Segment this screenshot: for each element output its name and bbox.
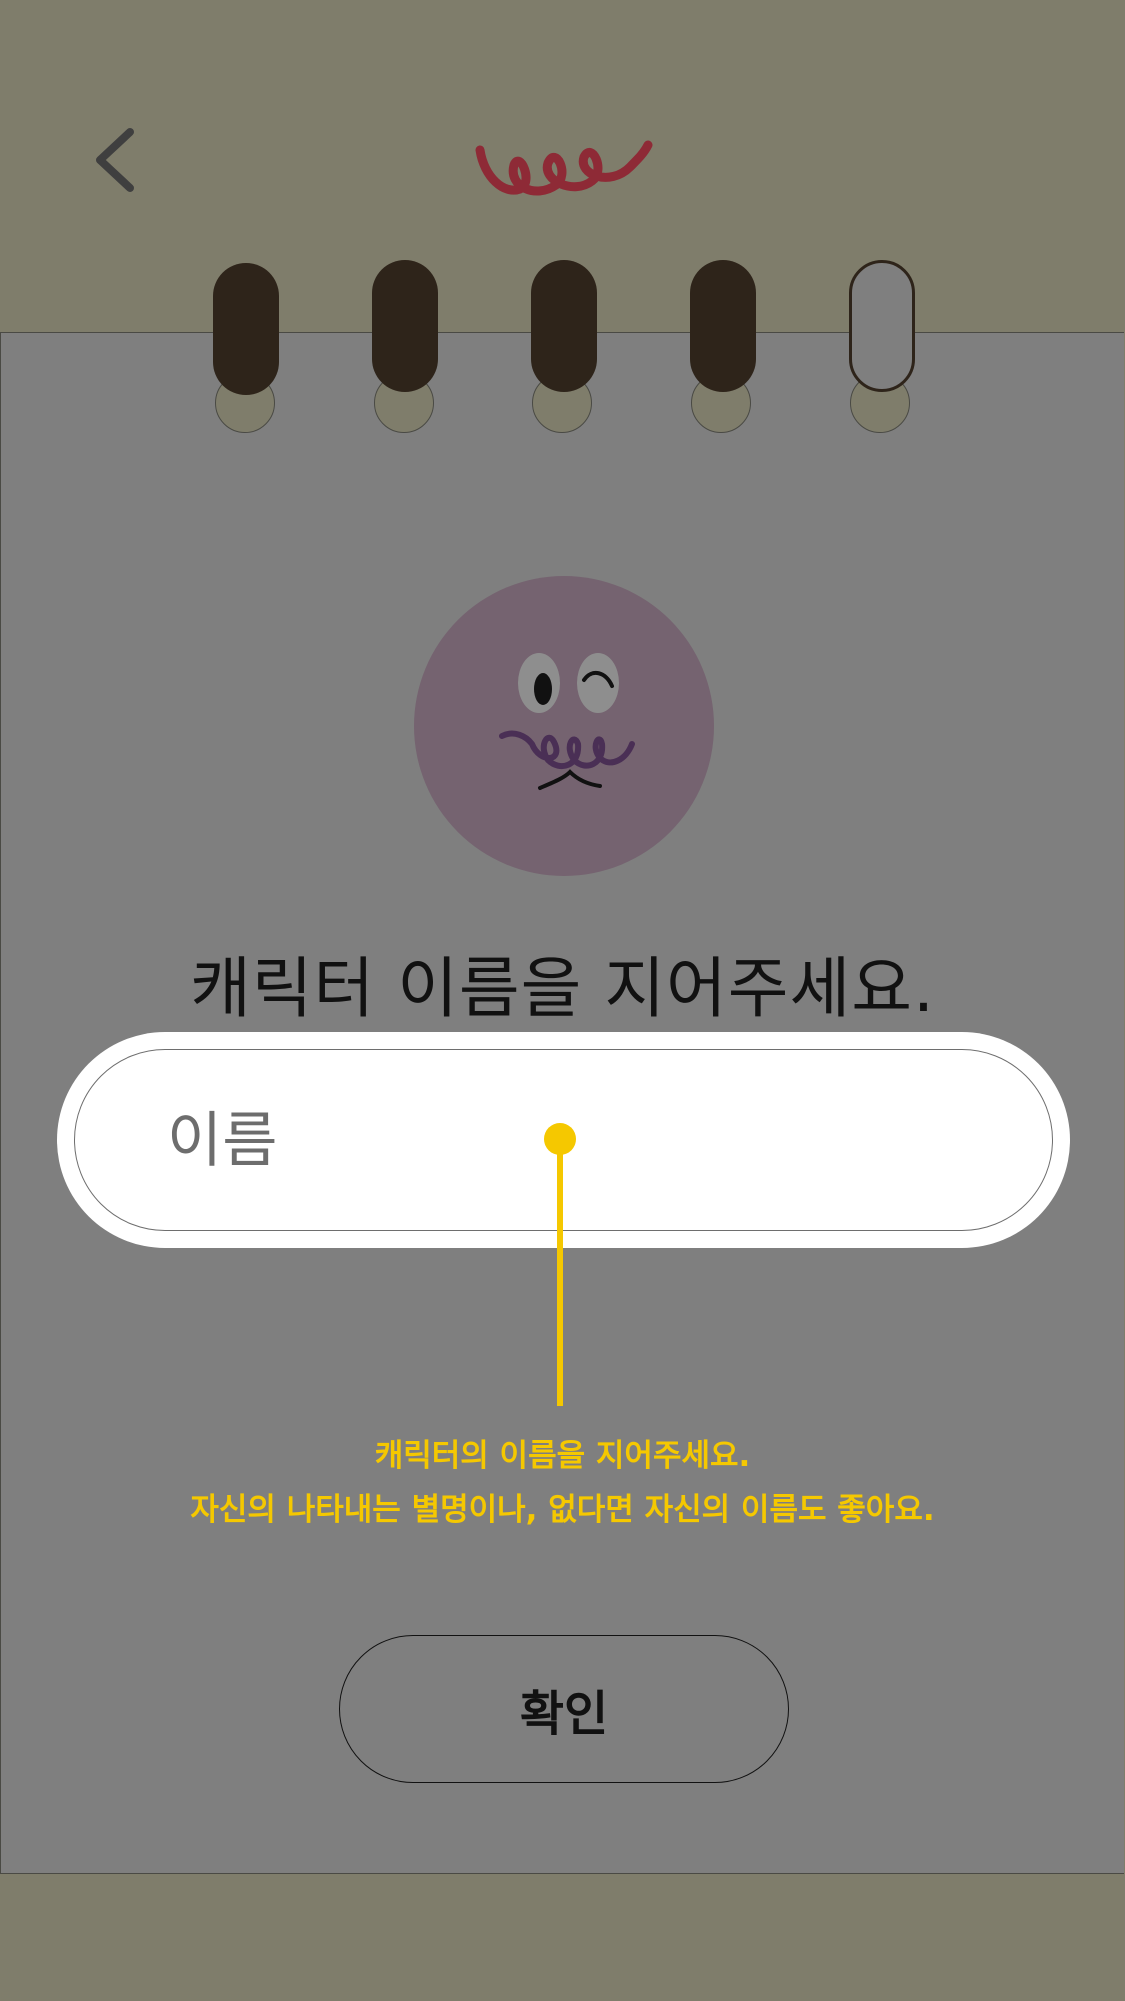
binder-ring-filled [690, 260, 756, 392]
back-button[interactable] [80, 118, 150, 202]
tooltip-pointer-line [557, 1139, 563, 1406]
binder-ring-empty [849, 260, 915, 392]
page-title: 캐릭터 이름을 지어주세요. [190, 950, 935, 1027]
confirm-button[interactable]: 확인 [339, 1635, 789, 1783]
name-input[interactable] [165, 1090, 869, 1192]
character-avatar [414, 576, 714, 876]
binder-ring-filled [531, 260, 597, 392]
squiggle-logo-icon [470, 115, 655, 205]
binder-ring-filled [372, 260, 438, 392]
tooltip-text-line2: 자신의 나타내는 별명이나, 없다면 자신의 이름도 좋아요. [190, 1492, 935, 1528]
chevron-left-icon [96, 128, 134, 192]
tooltip-text-line1: 캐릭터의 이름을 지어주세요. [374, 1438, 751, 1474]
binder-ring-filled [213, 263, 279, 395]
winking-character-face-icon [414, 576, 714, 876]
